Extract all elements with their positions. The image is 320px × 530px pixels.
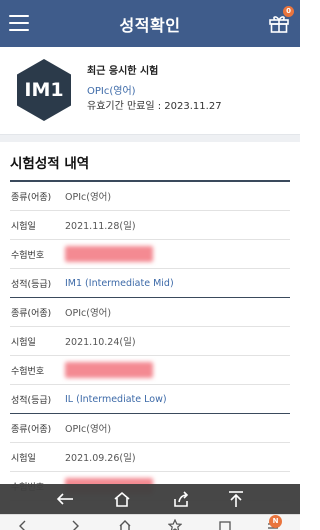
nav-star-icon[interactable] [168,519,182,530]
table-row: 성적(등급) IM1 (Intermediate Mid) [10,269,290,298]
scroll-top-icon[interactable] [226,489,246,509]
id-label: 수험번호 [11,366,45,377]
table-row: 성적(등급) IL (Intermediate Low) [10,385,290,414]
type-label: 종류(어종) [11,308,52,319]
recent-test-name: OPIc(영어) [87,86,136,97]
table-row: 시험일 2021.10.24(일) [10,327,290,356]
section-title: 시험성적 내역 [10,156,90,172]
app-header: 성적확인 0 [0,0,300,47]
type-label: 종류(어종) [11,424,52,435]
table-row: 종류(어종) OPIc(영어) [10,298,290,327]
nav-home-icon[interactable] [118,519,132,530]
home-icon[interactable] [112,489,132,509]
type-label: 종류(어종) [11,192,52,203]
section-divider [0,134,300,142]
date-label: 시험일 [11,453,36,464]
browser-nav-bar [0,514,300,530]
table-row: 시험일 2021.11.28(일) [10,211,290,240]
grade-value: IL (Intermediate Low) [65,393,167,405]
date-label: 시험일 [11,337,36,348]
nav-tabs-icon[interactable] [218,519,232,530]
grade-label: 성적(등급) [11,395,52,406]
page-title: 성적확인 [119,15,181,35]
nav-forward-icon[interactable] [68,519,82,530]
date-value: 2021.11.28(일) [65,221,136,232]
gift-badge: 0 [283,6,294,17]
table-row: 종류(어종) OPIc(영어) [10,182,290,211]
redacted-id [65,246,153,262]
type-value: OPIc(영어) [65,424,112,435]
date-value: 2021.09.26(일) [65,453,136,464]
share-icon[interactable] [171,489,191,509]
nav-back-icon[interactable] [16,519,30,530]
level-badge: IM1 [24,79,64,101]
gift-button[interactable]: 0 [267,6,294,35]
back-arrow-icon[interactable] [55,489,75,509]
menu-icon[interactable] [9,14,29,32]
date-label: 시험일 [11,221,36,232]
table-row: 수험번호 [10,356,290,385]
type-value: OPIc(영어) [65,308,112,319]
date-value: 2021.10.24(일) [65,337,136,348]
redacted-id [65,362,153,378]
bottom-toolbar [0,484,300,514]
table-row: 종류(어종) OPIc(영어) [10,414,290,443]
type-value: OPIc(영어) [65,192,112,203]
grade-value: IM1 (Intermediate Mid) [65,277,174,289]
expiry-date: 유효기간 만료일 : 2023.11.27 [87,101,222,112]
id-label: 수험번호 [11,250,45,261]
table-row: 시험일 2021.09.26(일) [10,443,290,472]
grade-label: 성적(등급) [11,279,52,290]
table-row: 수험번호 [10,240,290,269]
nav-badge: N [269,515,282,528]
score-history-table: 종류(어종) OPIc(영어) 시험일 2021.11.28(일) 수험번호 성… [10,182,290,501]
recent-test-heading: 최근 응시한 시험 [87,66,159,77]
